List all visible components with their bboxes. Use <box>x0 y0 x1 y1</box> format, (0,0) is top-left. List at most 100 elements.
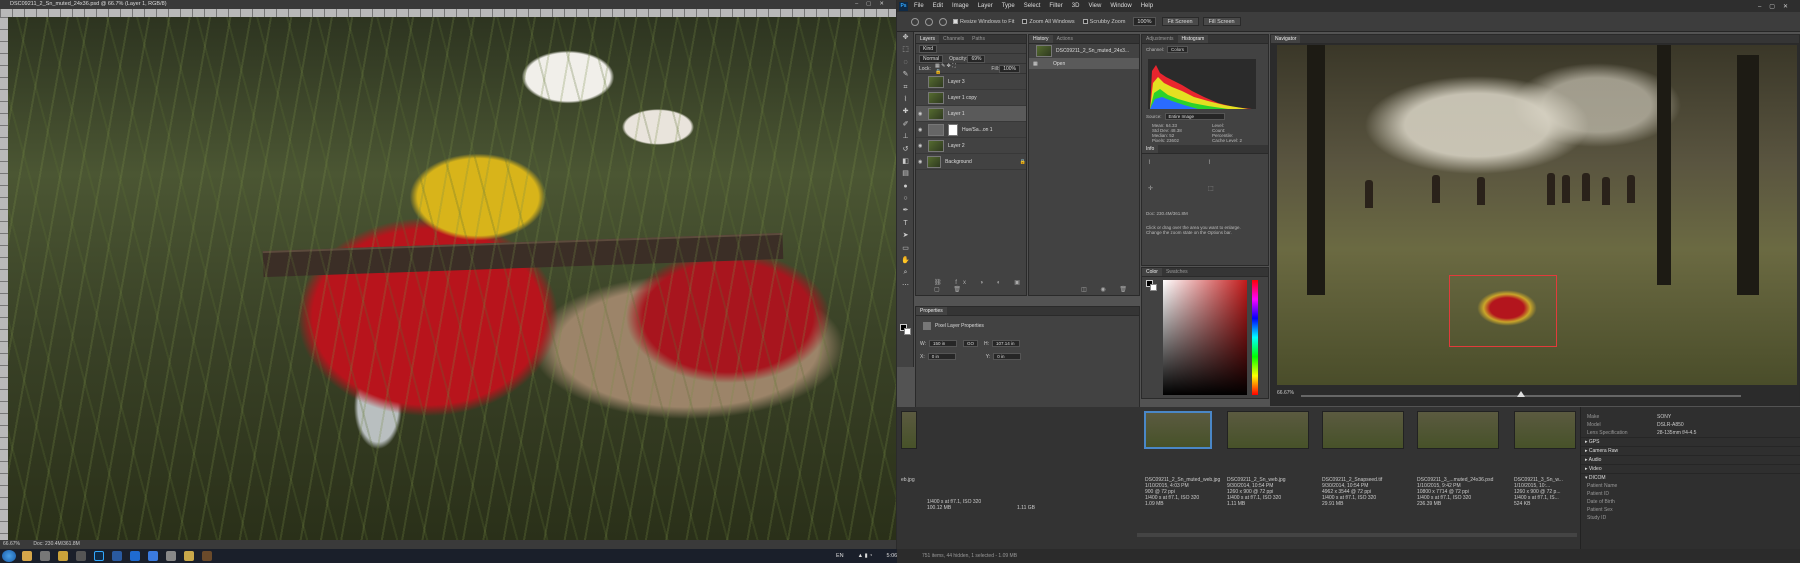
film-thumbnail[interactable] <box>1514 411 1576 449</box>
document-canvas[interactable] <box>8 17 896 540</box>
tab-channels[interactable]: Channels <box>939 35 968 43</box>
metadata-row[interactable]: Patient ID <box>1581 490 1800 498</box>
browser-icon[interactable] <box>148 551 158 561</box>
layer-kind-select[interactable]: Kind <box>919 44 938 53</box>
lasso-tool-icon[interactable]: ◌ <box>897 57 914 69</box>
path-select-icon[interactable]: ➤ <box>897 230 914 242</box>
height-field[interactable]: 107.14 in <box>992 340 1021 347</box>
zoom-all-option[interactable]: Zoom All Windows <box>1022 19 1075 25</box>
tab-info[interactable]: Info <box>1142 145 1159 153</box>
metadata-row[interactable]: Patient Name <box>1581 482 1800 490</box>
explorer-icon[interactable] <box>22 551 32 561</box>
menu-3d[interactable]: 3D <box>1072 3 1080 9</box>
history-brush-icon[interactable]: ↺ <box>897 144 914 156</box>
channel-select[interactable]: Colors <box>1167 46 1189 53</box>
eye-icon[interactable]: ◉ <box>918 111 925 117</box>
pen-tool-icon[interactable]: ✒ <box>897 205 914 217</box>
eye-icon[interactable]: ◉ <box>918 127 925 133</box>
metadata-section-gps[interactable]: ▸ GPS <box>1581 437 1800 446</box>
stamp-tool-icon[interactable]: ⊥ <box>897 131 914 143</box>
tab-history[interactable]: History <box>1029 35 1053 43</box>
width-field[interactable]: 150 in <box>929 340 958 347</box>
metadata-row[interactable]: Date of Birth <box>1581 498 1800 506</box>
layer-name[interactable]: Layer 1 <box>948 111 965 117</box>
resize-windows-option[interactable]: Resize Windows to Fit <box>953 19 1014 25</box>
eraser-tool-icon[interactable]: ◧ <box>897 156 914 168</box>
media-icon[interactable] <box>40 551 50 561</box>
marquee-tool-icon[interactable]: ⬚ <box>897 44 914 56</box>
filmstrip-scrollbar[interactable] <box>1137 533 1577 537</box>
start-button-icon[interactable] <box>2 550 16 562</box>
folder-icon[interactable] <box>58 551 68 561</box>
menu-help[interactable]: Help <box>1141 3 1153 9</box>
gradient-tool-icon[interactable]: ▤ <box>897 168 914 180</box>
menu-view[interactable]: View <box>1088 3 1101 9</box>
metadata-section-dicom[interactable]: ▾ DICOM <box>1581 473 1800 482</box>
metadata-row[interactable]: Patient Sex <box>1581 506 1800 514</box>
layer-row[interactable]: ◉ Layer 2 <box>916 138 1026 154</box>
layer-row[interactable]: Layer 1 copy <box>916 90 1026 106</box>
menu-select[interactable]: Select <box>1024 3 1041 9</box>
layer-mask-thumbnail[interactable] <box>948 123 958 136</box>
tab-color[interactable]: Color <box>1142 268 1162 276</box>
film-thumbnail-selected[interactable] <box>1144 411 1212 449</box>
tab-swatches[interactable]: Swatches <box>1162 268 1192 276</box>
app-icon[interactable] <box>76 551 86 561</box>
eye-icon[interactable]: ◉ <box>918 143 925 149</box>
blur-tool-icon[interactable]: ● <box>897 181 914 193</box>
move-tool-icon[interactable]: ✥ <box>897 32 914 44</box>
zoom-percent-field[interactable]: 100% <box>1133 17 1156 26</box>
layer-row[interactable]: ◉ Hue/Sa...on 1 <box>916 122 1026 138</box>
tab-properties[interactable]: Properties <box>916 307 947 315</box>
metadata-row[interactable]: Study ID <box>1581 514 1800 522</box>
tab-adjustments[interactable]: Adjustments <box>1142 35 1178 43</box>
tray-icons[interactable]: ▲ ▮ ◔ <box>858 553 873 559</box>
film-thumbnail[interactable] <box>1227 411 1309 449</box>
status-zoom[interactable]: 66.67% <box>3 541 20 547</box>
resize-windows-checkbox[interactable] <box>953 19 958 24</box>
opacity-field[interactable]: 69% <box>967 54 986 63</box>
menu-window[interactable]: Window <box>1110 3 1131 9</box>
menu-edit[interactable]: Edit <box>933 3 943 9</box>
film-thumbnail[interactable] <box>901 411 917 449</box>
fill-screen-button[interactable]: Fill Screen <box>1202 17 1241 26</box>
tab-layers[interactable]: Layers <box>916 35 940 43</box>
word-icon[interactable] <box>130 551 140 561</box>
layer-row-selected[interactable]: ◉ Layer 1 <box>916 106 1026 122</box>
fit-screen-button[interactable]: Fit Screen <box>1161 17 1199 26</box>
zoom-tool-side-icon[interactable]: ⌕ <box>897 267 914 279</box>
dodge-tool-icon[interactable]: ○ <box>897 193 914 205</box>
menu-image[interactable]: Image <box>952 3 969 9</box>
source-select[interactable]: Entire Image <box>1164 113 1225 120</box>
scrubby-zoom-checkbox[interactable] <box>1082 19 1088 24</box>
menu-file[interactable]: File <box>914 3 924 9</box>
document-title-bar[interactable]: DSC09211_2_Sn_muted_24x36.psd @ 66.7% (L… <box>0 0 896 9</box>
navigator-preview[interactable] <box>1277 45 1797 385</box>
app-icon-3[interactable] <box>184 551 194 561</box>
tab-actions[interactable]: Actions <box>1053 35 1077 43</box>
menu-layer[interactable]: Layer <box>978 3 993 9</box>
tab-histogram[interactable]: Histogram <box>1177 35 1209 43</box>
layer-row[interactable]: Layer 3 <box>916 74 1026 90</box>
x-field[interactable]: 0 in <box>927 353 956 360</box>
background-color-swatch[interactable] <box>904 328 911 335</box>
crop-tool-icon[interactable]: ⌗ <box>897 82 914 94</box>
app-icon-4[interactable] <box>202 551 212 561</box>
layer-actions-icons[interactable]: ⛓ fx ◑ ◐ ▣ ▢ 🗑 <box>934 279 1026 293</box>
photoshop-taskbar-icon[interactable] <box>94 551 104 561</box>
zoom-tool-icon[interactable] <box>911 17 919 26</box>
layer-name[interactable]: Background <box>945 159 972 165</box>
link-dimensions-button[interactable]: GO <box>963 340 979 347</box>
quick-select-tool-icon[interactable]: ✎ <box>897 69 914 81</box>
metadata-section-camera-raw[interactable]: ▸ Camera Raw <box>1581 446 1800 455</box>
color-field[interactable] <box>1163 280 1247 395</box>
tab-navigator[interactable]: Navigator <box>1271 35 1301 43</box>
horizontal-ruler[interactable] <box>0 9 896 17</box>
history-snapshot[interactable]: DSC09211_2_Sn_muted_24x3... <box>1029 44 1139 58</box>
lock-icons[interactable]: ▦ ✎ ✥ ⛶ 🔒 <box>935 63 961 75</box>
zoom-out-icon[interactable] <box>939 17 947 26</box>
window-controls-icon[interactable]: –▢✕ <box>855 0 892 9</box>
eyedropper-tool-icon[interactable]: ⌇ <box>897 94 914 106</box>
window-controls-icon[interactable]: –▢✕ <box>1758 3 1796 10</box>
fill-field[interactable]: 100% <box>999 64 1020 73</box>
